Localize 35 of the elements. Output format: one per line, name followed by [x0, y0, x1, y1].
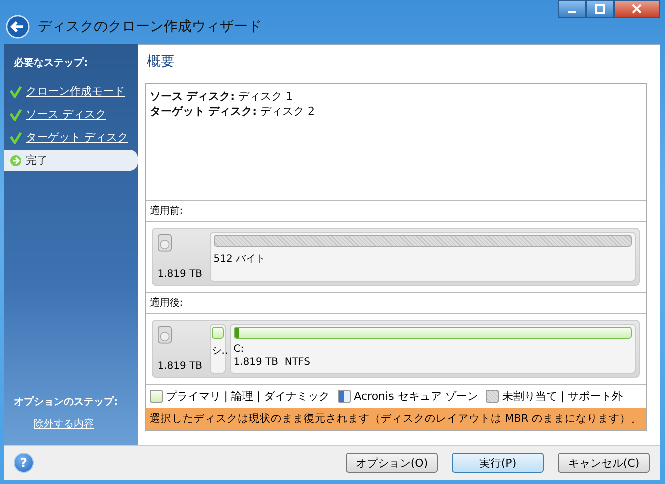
arrow-icon	[10, 154, 22, 166]
sidebar-heading: 必要なステップ:	[13, 56, 89, 71]
notice-bar: 選択したディスクは現状のまま復元されます（ディスクのレイアウトは MBR のままになります）。	[146, 408, 646, 430]
summary-line: ソース ディスク: ディスク 1	[150, 89, 294, 104]
summary-line: ターゲット ディスク: ディスク 2	[150, 104, 316, 119]
dialog-button[interactable]: オプション(O)	[346, 453, 438, 473]
layout-label: 適用後:	[150, 298, 184, 309]
back-icon[interactable]	[6, 15, 30, 39]
legend-label: Acronis セキュア ゾーン	[354, 389, 478, 404]
close-icon	[632, 4, 642, 14]
maximize-button[interactable]	[586, 0, 614, 18]
close-button[interactable]	[614, 0, 660, 18]
check-icon	[10, 108, 22, 120]
dialog-button[interactable]: キャンセル(C)	[558, 453, 650, 473]
layout-label: 適用前:	[150, 206, 184, 217]
partition[interactable]: C: 1.819 TB NTFS	[230, 324, 636, 374]
minimize-button[interactable]	[558, 0, 586, 18]
minimize-icon	[568, 11, 576, 13]
legend-label: 未割り当て | サポート外	[502, 389, 624, 404]
partition[interactable]: 512 バイト	[210, 232, 636, 282]
legend-label: プライマリ | 論理 | ダイナミック	[166, 389, 330, 404]
partition[interactable]: シ..	[210, 324, 226, 374]
window-title: ディスクのクローン作成ウィザード	[38, 18, 262, 36]
step-item[interactable]: ターゲット ディスク	[4, 127, 138, 148]
check-icon	[10, 132, 22, 144]
check-icon	[10, 86, 22, 98]
disk-size: 1.819 TB	[158, 269, 203, 280]
step-item[interactable]: クローン作成モード	[4, 81, 138, 102]
dialog-button[interactable]: 実行(P)	[452, 453, 544, 473]
step-item[interactable]: 完了	[4, 150, 138, 171]
step-item[interactable]: ソース ディスク	[4, 104, 138, 125]
sidebar-heading: オプションのステップ:	[13, 395, 119, 410]
page-heading: 概要	[146, 53, 176, 71]
maximize-icon	[595, 4, 605, 14]
disk-size: 1.819 TB	[158, 361, 203, 372]
